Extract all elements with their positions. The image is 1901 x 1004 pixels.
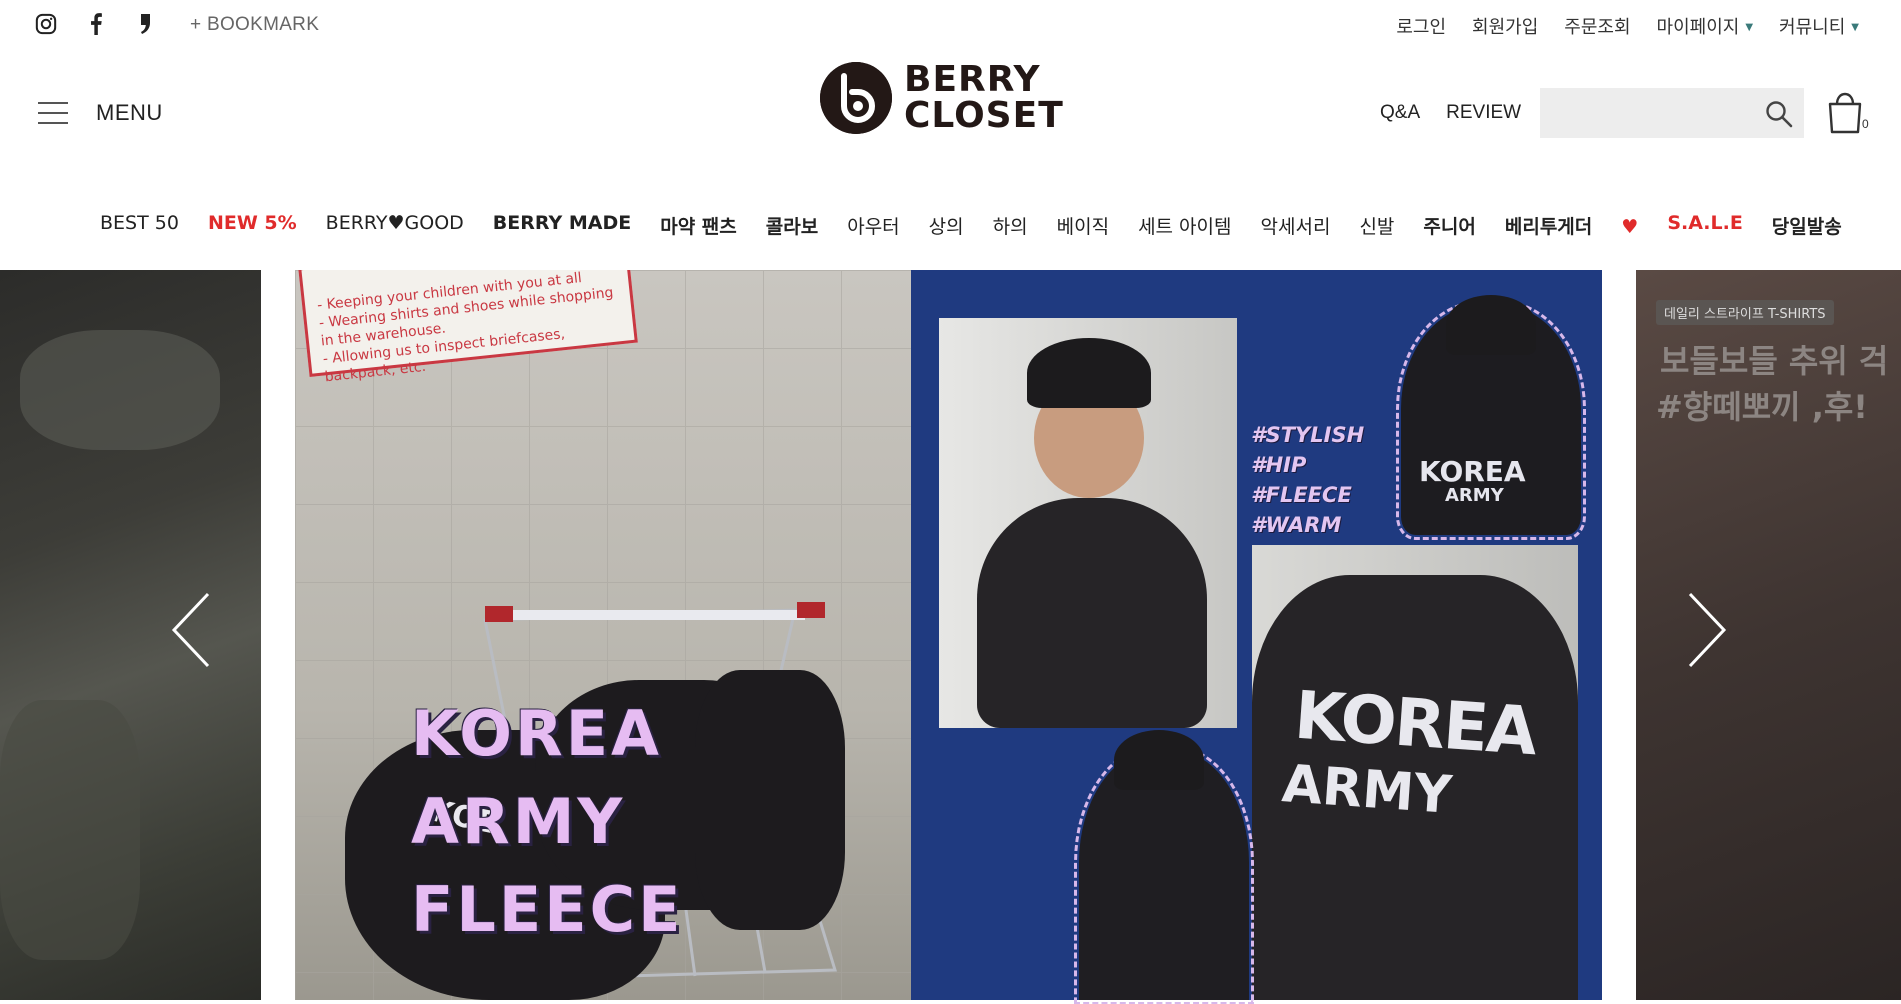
- nav-item-shoes[interactable]: 신발: [1359, 212, 1394, 239]
- instagram-icon[interactable]: [34, 12, 58, 36]
- top-bar: + BOOKMARK 로그인 회원가입 주문조회 마이페이지 ▼ 커뮤니티 ▼: [0, 0, 1901, 48]
- menu-label: MENU: [96, 100, 163, 125]
- nav-item-bottom[interactable]: 하의: [993, 212, 1028, 239]
- prev-arrow-icon[interactable]: [168, 590, 218, 670]
- logo-line1: BERRY: [904, 59, 1041, 100]
- community-dropdown[interactable]: 커뮤니티 ▼: [1779, 13, 1859, 39]
- model-photo-back: KOREA ARMY: [1396, 295, 1586, 540]
- hamburger-icon: [38, 102, 68, 124]
- slide-tag: 데일리 스트라이프 T-SHIRTS: [1656, 300, 1834, 325]
- model-photo-side: [1074, 730, 1254, 1004]
- slide-text: #향떼뽀끼 ,후!: [1656, 388, 1868, 426]
- search-icon[interactable]: [1764, 99, 1794, 129]
- jacket-back-closeup: KOREA ARMY: [1252, 545, 1578, 1000]
- main-banner-slider: - Keeping your children with you at all …: [0, 270, 1901, 1004]
- nav-item-mayak-pants[interactable]: 마약 팬츠: [660, 212, 737, 239]
- login-link[interactable]: 로그인: [1396, 13, 1446, 39]
- signup-link[interactable]: 회원가입: [1472, 13, 1538, 39]
- product-promo-panel: #STYLISH #HIP #FLEECE #WARM KOREA ARMY K…: [911, 270, 1602, 1004]
- banner-title-line: FLEECE: [411, 873, 684, 946]
- facebook-icon[interactable]: [84, 12, 108, 36]
- nav-item-same-day[interactable]: 당일발송: [1772, 212, 1842, 239]
- mypage-dropdown[interactable]: 마이페이지 ▼: [1657, 13, 1754, 39]
- caret-down-icon: ▼: [1745, 22, 1754, 33]
- hashtag-list: #STYLISH #HIP #FLEECE #WARM: [1251, 420, 1364, 540]
- logo-text: BERRY CLOSET: [904, 62, 1064, 134]
- nav-item-together-label: 베리투게더: [1504, 216, 1593, 238]
- nav-item-berrymade[interactable]: BERRY MADE: [493, 212, 631, 239]
- back-korea-text: KOREA: [1419, 455, 1526, 488]
- caret-down-icon: ▼: [1851, 22, 1859, 33]
- nav-item-junior[interactable]: 주니어: [1423, 212, 1475, 239]
- hashtag: #STYLISH: [1251, 423, 1365, 447]
- qa-link[interactable]: Q&A: [1380, 102, 1420, 124]
- nav-item-berrygood[interactable]: BERRY♥GOOD: [326, 212, 464, 239]
- nav-item-sale[interactable]: S.A.L.E: [1667, 212, 1742, 239]
- banner-title-line: KOREA: [411, 697, 663, 770]
- story-icon[interactable]: [134, 12, 158, 36]
- nav-item-new[interactable]: NEW 5%: [208, 212, 297, 239]
- slide-text: 보들보들 추위 걱: [1660, 342, 1889, 380]
- banner-title: KOREA ARMY FLEECE: [411, 690, 683, 954]
- current-slide[interactable]: - Keeping your children with you at all …: [295, 270, 1602, 1004]
- hashtag: #HIP: [1251, 453, 1307, 477]
- nav-item-basic[interactable]: 베이직: [1057, 212, 1109, 239]
- next-arrow-icon[interactable]: [1680, 590, 1730, 670]
- logo-mark-icon: [820, 62, 892, 134]
- heart-icon: ♥: [1621, 216, 1639, 238]
- review-link[interactable]: REVIEW: [1446, 102, 1521, 124]
- nav-item-accessory[interactable]: 악세서리: [1261, 212, 1331, 239]
- header-links: Q&A REVIEW: [1380, 102, 1521, 124]
- account-links: 로그인 회원가입 주문조회 마이페이지 ▼ 커뮤니티 ▼: [1396, 13, 1859, 39]
- jacket-army-text: ARMY: [1280, 754, 1454, 826]
- nav-item-set[interactable]: 세트 아이템: [1138, 212, 1231, 239]
- hashtag: #WARM: [1251, 513, 1342, 537]
- mypage-label: 마이페이지: [1656, 17, 1740, 38]
- nav-item-collab[interactable]: 콜라보: [766, 212, 818, 239]
- cart-icon[interactable]: [1824, 90, 1866, 136]
- banner-title-line: ARMY: [411, 785, 626, 858]
- cart-count-badge: 0: [1862, 117, 1869, 131]
- bookmark-link[interactable]: + BOOKMARK: [190, 14, 319, 36]
- logo-line2: CLOSET: [904, 95, 1064, 136]
- search-box: [1540, 88, 1804, 138]
- social-links: [34, 12, 158, 36]
- category-nav: BEST 50 NEW 5% BERRY♥GOOD BERRY MADE 마약 …: [100, 212, 1871, 239]
- nav-item-outer[interactable]: 아우터: [847, 212, 899, 239]
- search-input[interactable]: [1540, 88, 1750, 138]
- nav-item-together[interactable]: 베리투게더 ♥: [1505, 212, 1638, 239]
- model-photo-front: [939, 318, 1237, 728]
- nav-item-best50[interactable]: BEST 50: [100, 212, 179, 239]
- next-slide-preview[interactable]: 데일리 스트라이프 T-SHIRTS 보들보들 추위 걱 #향떼뽀끼 ,후!: [1636, 270, 1901, 1000]
- site-logo[interactable]: BERRY CLOSET: [820, 62, 1064, 134]
- prev-slide-preview[interactable]: [0, 270, 261, 1000]
- community-label: 커뮤니티: [1779, 17, 1846, 38]
- order-lookup-link[interactable]: 주문조회: [1564, 13, 1630, 39]
- nav-item-top[interactable]: 상의: [929, 212, 964, 239]
- hashtag: #FLEECE: [1251, 483, 1352, 507]
- menu-button[interactable]: MENU: [38, 100, 163, 126]
- back-army-text: ARMY: [1445, 485, 1504, 506]
